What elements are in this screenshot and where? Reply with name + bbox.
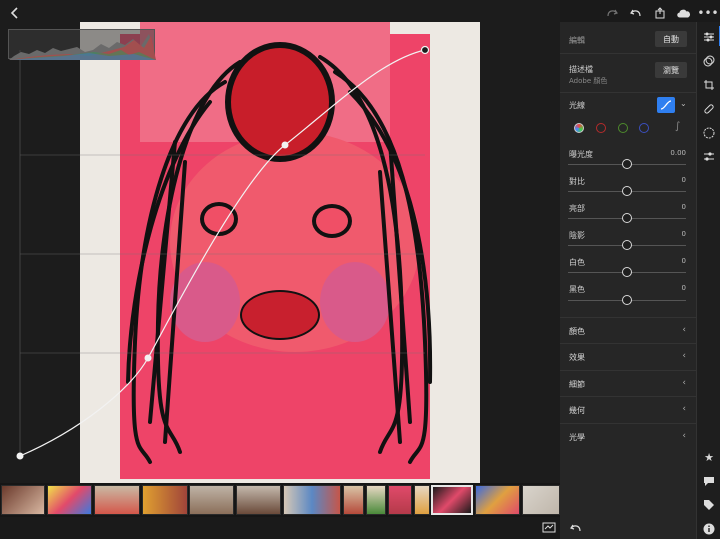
more-icon[interactable]: ••• — [697, 2, 719, 24]
light-section-title: 光線 — [569, 101, 585, 110]
presets-icon[interactable] — [698, 50, 720, 72]
slider-thumb[interactable] — [622, 240, 632, 250]
curve-icon — [660, 100, 672, 110]
edit-label: 編輯 — [569, 36, 585, 45]
chevron-left-icon: ‹ — [682, 351, 686, 361]
tag-icon[interactable] — [698, 494, 720, 516]
histogram — [8, 29, 156, 60]
section-label: 顏色 — [569, 327, 585, 336]
edit-sliders-icon[interactable] — [698, 26, 720, 48]
auto-button[interactable]: 自動 — [655, 31, 687, 47]
curve-point-shadow[interactable] — [144, 354, 152, 362]
section-optics[interactable]: 光學 ‹ — [560, 423, 696, 449]
profile-value: Adobe 顏色 — [569, 77, 608, 85]
green-channel-icon[interactable] — [618, 123, 628, 133]
undo-icon[interactable] — [625, 2, 647, 24]
filmstrip-thumbnail[interactable] — [475, 485, 520, 515]
curve-point-highlight[interactable] — [281, 141, 289, 149]
filmstrip-thumbnail[interactable] — [283, 485, 341, 515]
filmstrip[interactable] — [0, 483, 560, 517]
chevron-left-icon: ‹ — [682, 378, 686, 388]
filmstrip-thumbnail[interactable] — [522, 485, 560, 515]
filmstrip-thumbnail[interactable] — [366, 485, 386, 515]
slider-value: 0 — [681, 257, 686, 265]
chevron-left-icon: ‹ — [682, 404, 686, 414]
tone-curve-button[interactable] — [657, 97, 675, 113]
parametric-curve-icon[interactable]: ∫ — [675, 121, 680, 132]
bottom-bar — [0, 517, 560, 539]
rgb-channel-icon[interactable] — [574, 123, 584, 133]
chevron-left-icon: ‹ — [682, 325, 686, 335]
slider-label: 曝光度 — [569, 150, 593, 159]
slider-label: 陰影 — [569, 231, 585, 240]
tone-curve-line — [19, 49, 426, 457]
red-channel-icon[interactable] — [596, 123, 606, 133]
filmstrip-thumbnail[interactable] — [1, 485, 45, 515]
section-geometry[interactable]: 幾何 ‹ — [560, 396, 696, 422]
slider-thumb[interactable] — [622, 295, 632, 305]
slider-thumb[interactable] — [622, 267, 632, 277]
tone-curve-overlay[interactable] — [0, 0, 560, 483]
crop-icon[interactable] — [698, 74, 720, 96]
section-label: 幾何 — [569, 406, 585, 415]
filmstrip-thumbnail[interactable] — [47, 485, 92, 515]
slider-value: 0 — [681, 230, 686, 238]
info-icon[interactable] — [698, 518, 720, 539]
filmstrip-thumbnail[interactable] — [236, 485, 281, 515]
browse-button[interactable]: 瀏覽 — [655, 62, 687, 78]
slider-thumb[interactable] — [622, 213, 632, 223]
divider — [560, 53, 696, 54]
blue-channel-icon[interactable] — [639, 123, 649, 133]
redo-icon[interactable] — [601, 2, 623, 24]
filmstrip-thumbnail[interactable] — [414, 485, 430, 515]
filmstrip-thumbnail-selected[interactable] — [431, 485, 473, 515]
compare-icon[interactable] — [538, 517, 560, 539]
filmstrip-thumbnail[interactable] — [142, 485, 188, 515]
curve-point-black[interactable] — [16, 452, 24, 460]
section-label: 光學 — [569, 433, 585, 442]
comment-icon[interactable] — [698, 470, 720, 492]
cloud-sync-icon[interactable] — [673, 2, 695, 24]
filmstrip-thumbnail[interactable] — [94, 485, 140, 515]
share-icon[interactable] — [649, 2, 671, 24]
slider-value: 0 — [681, 203, 686, 211]
star-rating-icon[interactable]: ★ — [698, 446, 720, 468]
section-detail[interactable]: 細節 ‹ — [560, 370, 696, 396]
tool-rail: ★ — [696, 22, 720, 539]
slider-label: 對比 — [569, 177, 585, 186]
healing-brush-icon[interactable] — [698, 98, 720, 120]
slider-value: 0.00 — [670, 149, 686, 157]
profile-label: 描述檔 — [569, 65, 593, 74]
chevron-down-icon[interactable]: ⌄ — [680, 99, 687, 108]
photo-canvas[interactable] — [0, 0, 560, 483]
slider-value: 0 — [681, 284, 686, 292]
section-color[interactable]: 顏色 ‹ — [560, 317, 696, 343]
section-label: 細節 — [569, 380, 585, 389]
slider-thumb[interactable] — [622, 159, 632, 169]
slider-label: 白色 — [569, 258, 585, 267]
selective-adjust-icon[interactable] — [698, 146, 720, 168]
back-icon[interactable] — [4, 2, 26, 24]
reset-icon[interactable] — [565, 517, 587, 539]
filmstrip-thumbnail[interactable] — [388, 485, 412, 515]
section-label: 效果 — [569, 353, 585, 362]
chevron-left-icon: ‹ — [682, 431, 686, 441]
filmstrip-thumbnail[interactable] — [343, 485, 364, 515]
section-effects[interactable]: 效果 ‹ — [560, 343, 696, 369]
slider-value: 0 — [681, 176, 686, 184]
curve-point-white[interactable] — [420, 45, 430, 55]
slider-label: 黑色 — [569, 285, 585, 294]
slider-thumb[interactable] — [622, 186, 632, 196]
masking-icon[interactable] — [698, 122, 720, 144]
filmstrip-thumbnail[interactable] — [189, 485, 234, 515]
divider — [560, 92, 696, 93]
slider-label: 亮部 — [569, 204, 585, 213]
